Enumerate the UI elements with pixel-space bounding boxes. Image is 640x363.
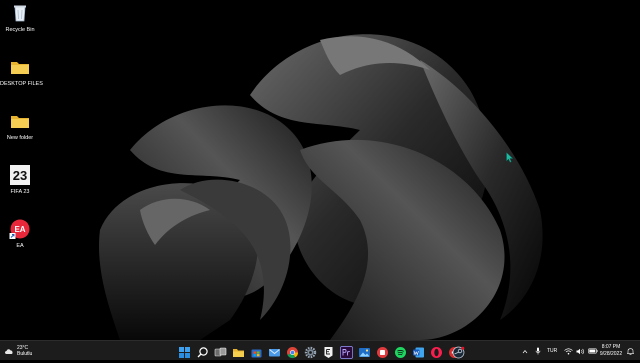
desktop-icon-fifa-23[interactable]: 23 FIFA 23 bbox=[0, 164, 40, 196]
chevron-up-icon bbox=[522, 349, 528, 354]
microphone-icon bbox=[535, 347, 541, 355]
epic-games-button[interactable] bbox=[322, 344, 335, 357]
desktop-icon-label: New folder bbox=[0, 135, 40, 142]
mail-icon bbox=[268, 346, 281, 359]
weather-widget[interactable]: 23°C Bulutlu bbox=[4, 343, 32, 359]
settings-icon bbox=[304, 346, 317, 359]
folder-icon bbox=[9, 110, 31, 132]
desktop-icon-label: FIFA 23 bbox=[0, 189, 40, 196]
start-button[interactable] bbox=[178, 344, 191, 357]
show-hidden-icons-button[interactable] bbox=[522, 341, 528, 361]
word-icon bbox=[412, 346, 425, 359]
fifa-badge-text: 23 bbox=[13, 168, 27, 183]
photos-button[interactable] bbox=[358, 344, 371, 357]
photos-icon bbox=[358, 346, 371, 359]
steam-icon bbox=[452, 346, 465, 359]
microphone-button[interactable] bbox=[535, 341, 541, 361]
office-button[interactable] bbox=[376, 344, 389, 357]
cloud-icon bbox=[4, 347, 14, 355]
start-icon bbox=[178, 346, 191, 359]
file-explorer-button[interactable] bbox=[232, 344, 245, 357]
steam-button[interactable] bbox=[452, 344, 465, 357]
word-button[interactable] bbox=[412, 344, 425, 357]
mail-button[interactable] bbox=[268, 344, 281, 357]
desktop-icon-desktop-files[interactable]: DESKTOP FILES bbox=[0, 56, 40, 88]
opera-gx-button[interactable] bbox=[430, 344, 443, 357]
desktop-icon-label: Recycle Bin bbox=[0, 27, 40, 34]
weather-condition: Bulutlu bbox=[17, 351, 32, 357]
desktop-wallpaper bbox=[0, 0, 640, 340]
premiere-pro-icon bbox=[340, 346, 353, 359]
task-view-icon bbox=[214, 346, 227, 359]
notifications-button[interactable] bbox=[627, 341, 634, 361]
volume-icon bbox=[576, 348, 585, 355]
desktop-icon-label: DESKTOP FILES bbox=[0, 81, 40, 88]
spotify-button[interactable] bbox=[394, 344, 407, 357]
store-button[interactable] bbox=[250, 344, 263, 357]
chrome-icon bbox=[286, 346, 299, 359]
bell-icon bbox=[627, 347, 634, 355]
store-icon bbox=[250, 346, 263, 359]
desktop-icon-ea[interactable]: EA EA bbox=[0, 218, 40, 250]
desktop-icon-recycle-bin[interactable]: Recycle Bin bbox=[0, 2, 40, 34]
chrome-button[interactable] bbox=[286, 344, 299, 357]
search-button[interactable] bbox=[196, 344, 209, 357]
desktop-icon-new-folder[interactable]: New folder bbox=[0, 110, 40, 142]
language-label: TUR bbox=[547, 348, 557, 354]
opera-gx-icon bbox=[430, 346, 443, 359]
desktop-icon-label: EA bbox=[0, 243, 40, 250]
search-icon bbox=[196, 346, 209, 359]
spotify-icon bbox=[394, 346, 407, 359]
epic-games-icon bbox=[322, 346, 335, 359]
language-indicator[interactable]: TUR bbox=[547, 341, 557, 361]
network-volume-battery-group[interactable] bbox=[564, 341, 598, 361]
clock-time: 8:07 PM bbox=[596, 344, 626, 351]
recycle-bin-icon bbox=[9, 2, 31, 24]
folder-icon bbox=[9, 56, 31, 78]
office-icon bbox=[376, 346, 389, 359]
clock-date: 9/28/2022 bbox=[596, 351, 626, 358]
ea-app-icon: EA bbox=[9, 218, 31, 240]
settings-button[interactable] bbox=[304, 344, 317, 357]
task-view-button[interactable] bbox=[214, 344, 227, 357]
premiere-pro-button[interactable] bbox=[340, 344, 353, 357]
ea-badge-text: EA bbox=[14, 225, 25, 234]
mouse-cursor-icon bbox=[506, 152, 514, 163]
fifa-23-icon: 23 bbox=[9, 164, 31, 186]
clock[interactable]: 8:07 PM 9/28/2022 bbox=[596, 344, 626, 358]
taskbar: 23°C Bulutlu bbox=[0, 340, 640, 360]
wifi-icon bbox=[564, 348, 573, 355]
file-explorer-icon bbox=[232, 346, 245, 359]
